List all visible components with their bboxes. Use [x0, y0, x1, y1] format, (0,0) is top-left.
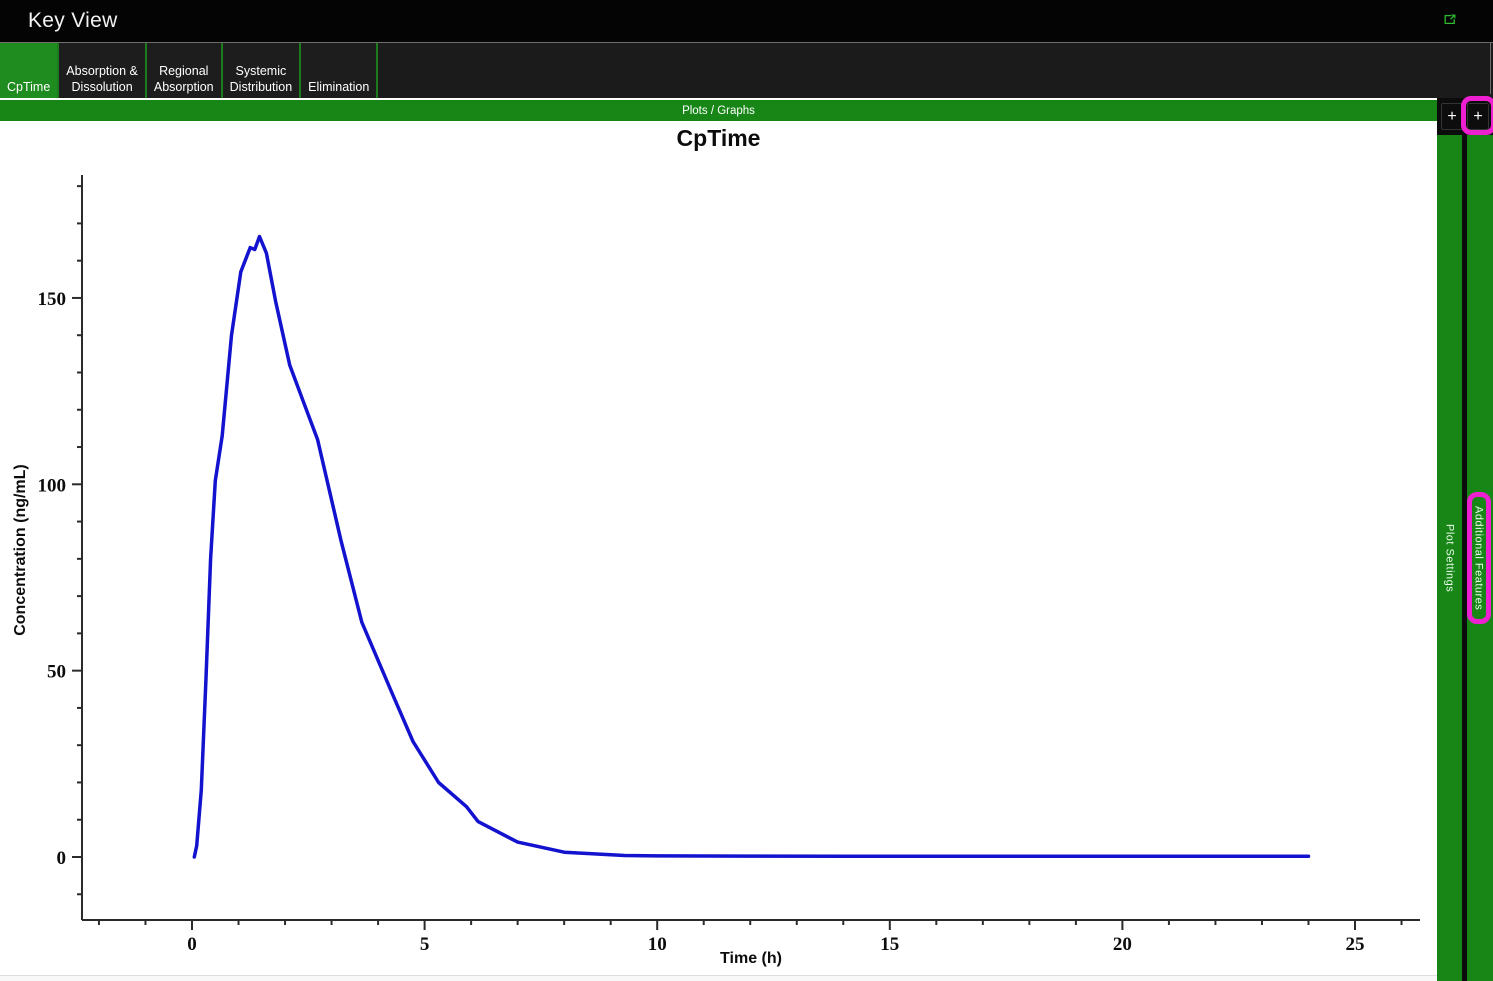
plots-graphs-label: Plots / Graphs — [682, 104, 755, 117]
window-title: Key View — [28, 9, 118, 32]
cp-time-chart: 0 5 10 15 20 25050100150 — [38, 175, 1420, 955]
tab-label-line: Systemic — [235, 64, 287, 78]
plot-settings-add-button[interactable]: + — [1441, 103, 1463, 130]
open-external-icon-glyph — [1444, 13, 1456, 24]
horizontal-scrollbar[interactable] — [0, 975, 1437, 981]
additional-features-add-button[interactable]: + — [1467, 103, 1489, 130]
tab-cptime[interactable]: CpTime — [0, 43, 60, 98]
tab-label-line: Dissolution — [71, 80, 133, 94]
tab-label-line: Regional — [159, 64, 209, 78]
highlight-annotation-additional-features: Additional Features — [1466, 491, 1491, 625]
tab-label-line: Elimination — [308, 80, 370, 94]
view-tab-bar: CpTime Absorption & Dissolution Regional Abs… — [0, 42, 1493, 98]
tab-label-line: Distribution — [229, 80, 293, 94]
tab-absorption-dissolution[interactable]: Absorption & Dissolution — [59, 43, 147, 98]
plots-graphs-header: Plots / Graphs — [0, 100, 1437, 121]
additional-features-label: Additional Features — [1472, 505, 1485, 611]
svg-text:50: 50 — [47, 662, 66, 683]
y-axis-label: Concentration (ng/mL) — [12, 464, 29, 636]
tab-label-line: Absorption & — [66, 64, 138, 78]
open-external-icon[interactable] — [1438, 8, 1462, 30]
plot-panel: CpTime 0 5 10 15 20 25 0 50 100 150 Concentration… — [0, 122, 1437, 975]
tab-elimination[interactable]: Elimination — [301, 43, 379, 98]
title-bar: Key View — [0, 0, 1493, 42]
svg-text:0: 0 — [57, 848, 67, 869]
tab-label-line: CpTime — [7, 80, 51, 94]
tab-systemic-distribution[interactable]: Systemic Distribution — [222, 43, 302, 98]
tab-regional-absorption[interactable]: Regional Absorption — [146, 43, 223, 98]
right-sidebar: + + Plot Settings Additional Features — [1437, 96, 1493, 981]
plot-settings-label: Plot Settings — [1443, 523, 1456, 593]
svg-text:100: 100 — [38, 475, 67, 496]
sidebar-tab-plot-settings[interactable]: Plot Settings — [1437, 135, 1462, 981]
sidebar-tab-additional-features[interactable]: Additional Features — [1466, 135, 1493, 981]
x-axis-label: Time (h) — [720, 950, 782, 967]
tab-bar-empty-area — [378, 43, 1493, 98]
svg-text:150: 150 — [38, 289, 67, 310]
tab-label-line: Absorption — [153, 80, 214, 94]
